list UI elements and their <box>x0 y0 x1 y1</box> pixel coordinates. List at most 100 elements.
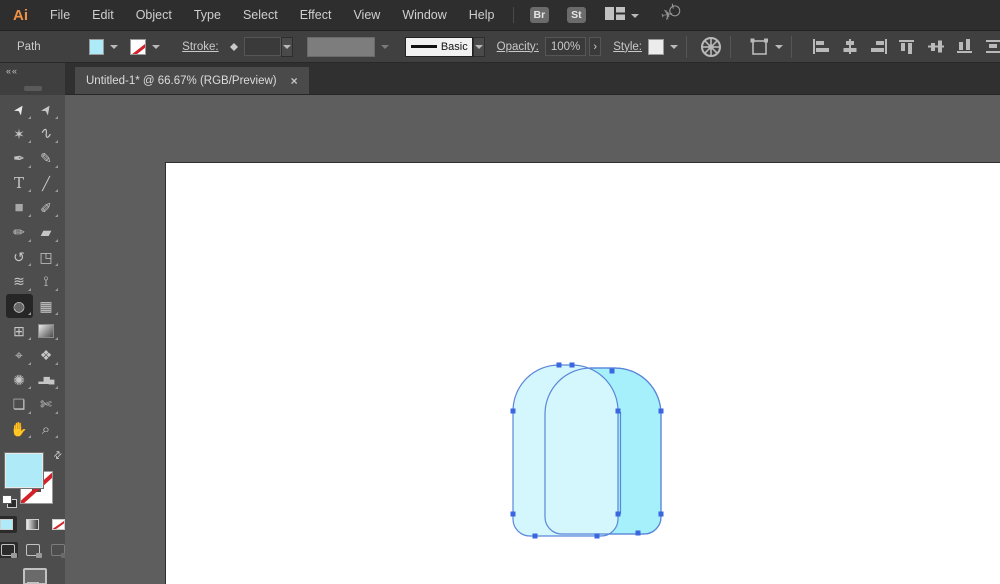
menu-object[interactable]: Object <box>125 8 183 22</box>
draw-behind-icon[interactable] <box>23 542 43 559</box>
style-chevron-icon[interactable] <box>669 45 678 53</box>
tool-puppet-warp-tool[interactable]: ⟟ <box>33 269 60 294</box>
anchor-point[interactable] <box>609 368 615 374</box>
draw-normal-icon[interactable] <box>0 542 18 559</box>
document-tab[interactable]: Untitled-1* @ 66.67% (RGB/Preview) × <box>75 67 309 94</box>
anchor-point[interactable] <box>635 530 641 536</box>
tool-line-segment-tool[interactable]: ╱ <box>33 171 60 196</box>
stroke-color-swatch[interactable] <box>130 38 147 55</box>
style-label[interactable]: Style: <box>613 41 642 53</box>
tool-shape-builder-tool[interactable]: ◍ <box>5 293 33 319</box>
anchor-point[interactable] <box>510 511 516 517</box>
fill-color-swatch[interactable] <box>88 38 105 55</box>
artwork-overlay[interactable] <box>65 95 1000 584</box>
tab-close-icon[interactable]: × <box>291 74 298 88</box>
menu-select[interactable]: Select <box>232 8 289 22</box>
tool-perspective-grid-tool[interactable]: ▦ <box>33 294 60 319</box>
lasso-tool-icon: ∿ <box>37 123 55 144</box>
menu-help[interactable]: Help <box>458 8 506 22</box>
menu-window[interactable]: Window <box>391 8 457 22</box>
menu-file[interactable]: File <box>39 8 81 22</box>
menu-effect[interactable]: Effect <box>289 8 343 22</box>
stock-button[interactable]: St <box>567 6 586 24</box>
tool-lasso-tool[interactable]: ∿ <box>33 122 60 147</box>
horizontal-align-left-icon[interactable] <box>812 39 830 54</box>
color-button[interactable] <box>0 516 17 534</box>
tool-hand-tool[interactable]: ✋ <box>6 417 33 442</box>
tool-selection-tool[interactable]: ➤ <box>6 97 33 122</box>
default-fill-stroke-icon[interactable] <box>1 495 17 509</box>
front-arch[interactable] <box>512 364 619 537</box>
tool-blend-tool[interactable]: ❖ <box>33 343 60 368</box>
opacity-field[interactable]: 100% <box>544 37 587 56</box>
menu-type[interactable]: Type <box>183 8 232 22</box>
horizontal-align-center-icon[interactable] <box>841 39 859 54</box>
vertical-align-bottom-icon[interactable] <box>957 39 975 54</box>
workspace-switcher-icon[interactable] <box>604 7 625 23</box>
symbol-sprayer-tool-icon: ✺ <box>13 371 25 388</box>
stroke-weight-label[interactable]: Stroke: <box>182 41 218 53</box>
tool-rotate-tool[interactable]: ↺ <box>6 245 33 270</box>
tool-gradient-tool[interactable] <box>33 318 60 343</box>
anchor-point[interactable] <box>510 408 516 414</box>
tool-type-tool[interactable]: T <box>6 171 33 196</box>
tool-eraser-tool[interactable]: ▰ <box>33 220 60 245</box>
tool-curvature-tool[interactable]: ✎ <box>33 146 60 171</box>
anchor-point[interactable] <box>594 533 600 539</box>
tool-zoom-tool[interactable]: ⌕ <box>33 417 60 442</box>
style-swatch[interactable] <box>647 38 664 55</box>
distribute-icon[interactable] <box>986 39 1000 54</box>
tool-rectangle-tool[interactable]: ■ <box>6 195 33 220</box>
width-profile-select[interactable] <box>307 36 376 57</box>
tool-direct-selection-tool[interactable]: ➤ <box>33 97 60 122</box>
toolbar-grip[interactable] <box>24 86 42 91</box>
pasteboard[interactable] <box>65 95 1000 584</box>
menu-edit[interactable]: Edit <box>81 8 125 22</box>
tool-scale-tool[interactable]: ◳ <box>33 245 60 270</box>
hand-tool-icon: ✋ <box>10 421 28 438</box>
screen-mode-icon[interactable] <box>20 568 47 584</box>
tool-eyedropper-tool[interactable]: ⌖ <box>6 343 33 368</box>
opacity-expand-button[interactable]: › <box>589 37 602 56</box>
anchor-point[interactable] <box>556 362 562 368</box>
shape-options-icon[interactable] <box>749 37 784 57</box>
gradient-button[interactable] <box>23 516 43 533</box>
tool-symbol-sprayer-tool[interactable]: ✺ <box>6 368 33 393</box>
fill-indicator[interactable] <box>3 452 44 490</box>
tool-paintbrush-tool[interactable]: ✐ <box>33 195 60 220</box>
fill-chevron-icon[interactable] <box>110 45 119 53</box>
stroke-weight-chevron-icon[interactable] <box>281 36 294 57</box>
anchor-point[interactable] <box>658 511 664 517</box>
tool-mesh-tool[interactable]: ⊞ <box>6 318 33 343</box>
stroke-weight-stepper[interactable] <box>229 37 239 57</box>
anchor-point[interactable] <box>615 408 621 414</box>
menu-bar: Ai File Edit Object Type Select Effect View Win… <box>0 0 1000 30</box>
anchor-point[interactable] <box>569 362 575 368</box>
tool-magic-wand-tool[interactable]: ✶ <box>6 122 33 147</box>
gradient-tool-icon <box>38 323 54 338</box>
menu-view[interactable]: View <box>342 8 391 22</box>
bridge-button[interactable]: Br <box>529 6 550 24</box>
brush-definition-select[interactable]: Basic <box>405 36 473 57</box>
collapse-panel-icon[interactable]: «« <box>6 66 18 76</box>
tool-shaper-tool[interactable]: ✏ <box>6 220 33 245</box>
recolor-artwork-icon[interactable] <box>700 36 722 58</box>
none-button[interactable] <box>49 516 65 533</box>
anchor-point[interactable] <box>658 408 664 414</box>
tool-pen-tool[interactable]: ✒ <box>6 146 33 171</box>
stroke-weight-field[interactable] <box>243 37 282 56</box>
workspace-chevron-icon[interactable] <box>630 13 639 22</box>
swap-fill-stroke-icon[interactable]: ⇄ <box>51 449 65 463</box>
vertical-align-center-icon[interactable] <box>928 39 946 54</box>
tool-width-tool[interactable]: ≋ <box>6 269 33 294</box>
opacity-label[interactable]: Opacity: <box>497 41 539 53</box>
tool-slice-tool[interactable]: ✄ <box>33 392 60 417</box>
brush-chevron-icon[interactable] <box>472 36 485 57</box>
stroke-chevron-icon[interactable] <box>152 45 161 53</box>
vertical-align-top-icon[interactable] <box>899 39 917 54</box>
horizontal-align-right-icon[interactable] <box>870 39 888 54</box>
anchor-point[interactable] <box>615 511 621 517</box>
tool-artboard-tool[interactable]: ❏ <box>6 392 33 417</box>
anchor-point[interactable] <box>532 533 538 539</box>
tool-column-graph-tool[interactable]: ▂▆▄ <box>33 368 60 393</box>
